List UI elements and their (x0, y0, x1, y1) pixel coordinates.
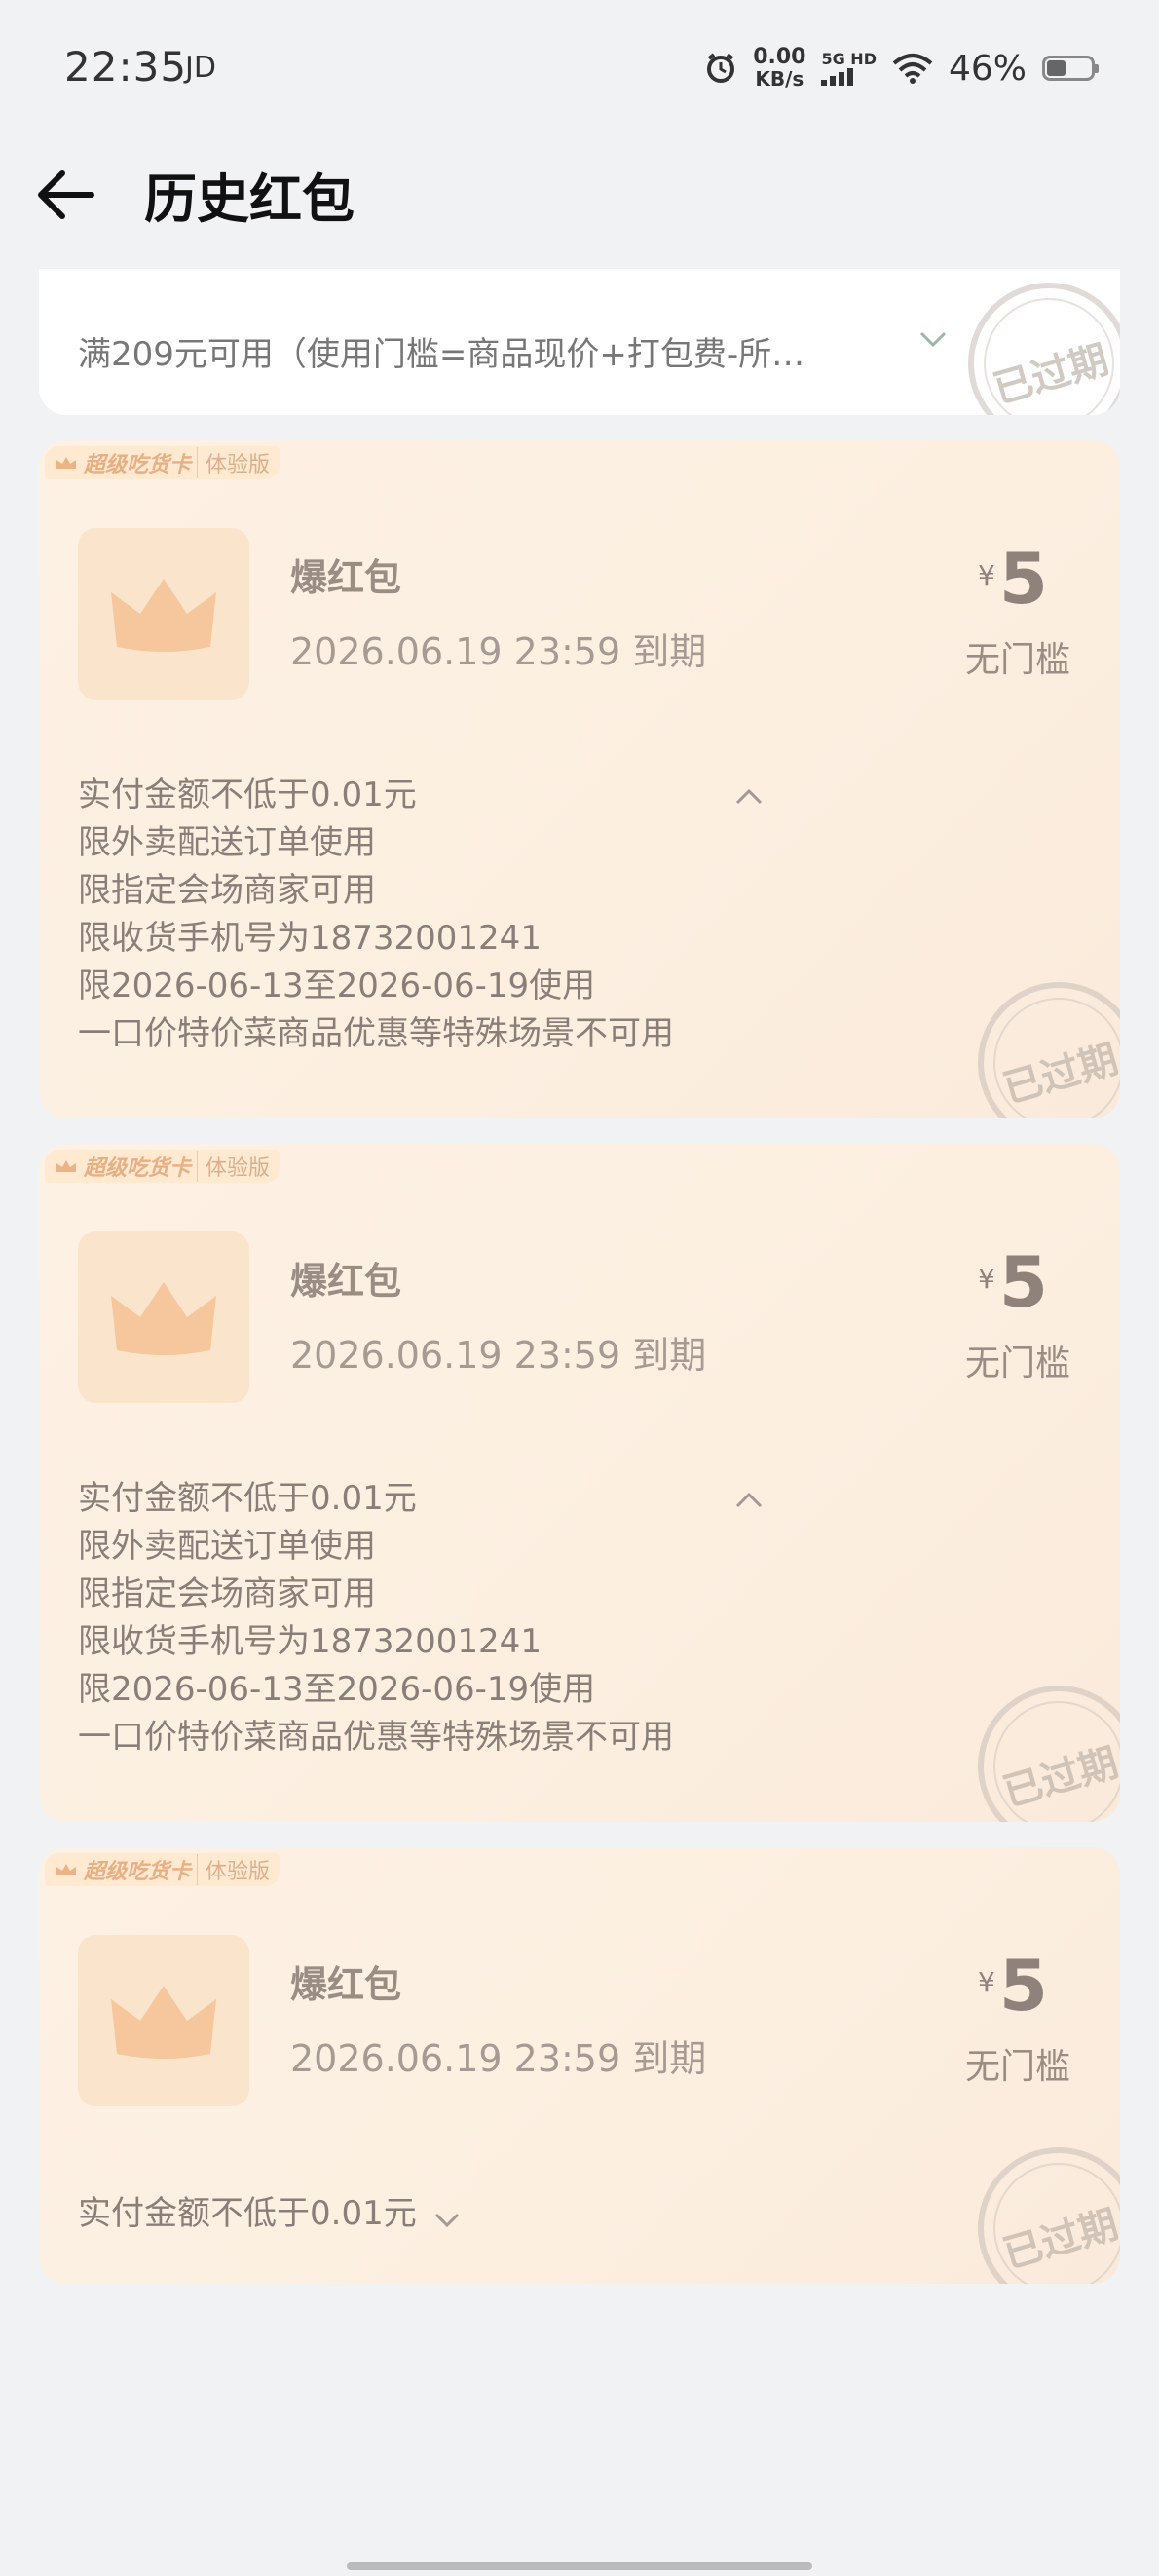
membership-tag: 超级吃货卡 体验版 (45, 446, 280, 479)
rule-item: 限外卖配送订单使用 (78, 1527, 376, 1566)
rule-item: 实付金额不低于0.01元 (78, 776, 417, 814)
coupon-name: 爆红包 (290, 556, 402, 599)
wifi-icon (892, 54, 933, 84)
coupon-expiry: 2026.06.19 23:59 到期 (290, 630, 707, 673)
rule-item: 实付金额不低于0.01元 (78, 1479, 417, 1518)
expired-stamp: 已过期 (968, 283, 1120, 415)
tag-version: 体验版 (197, 447, 270, 478)
crown-icon (111, 1986, 216, 2059)
expired-stamp-text: 已过期 (998, 1037, 1120, 1113)
status-icons: 0.00 KB/s 5G HD 46% (704, 45, 1099, 91)
battery-percent: 46% (948, 48, 1027, 89)
coupon-amount: ¥5 (945, 1945, 1081, 2027)
tag-version: 体验版 (197, 1854, 270, 1885)
coupon-rules: 实付金额不低于0.01元 限外卖配送订单使用 限指定会场商家可用 限收货手机号为… (78, 772, 674, 1058)
chevron-up-icon[interactable] (732, 1489, 766, 1512)
crown-icon (111, 579, 216, 652)
membership-tag: 超级吃货卡 体验版 (45, 1150, 280, 1183)
rule-item: 限指定会场商家可用 (78, 871, 376, 910)
expired-stamp-text: 已过期 (998, 1740, 1120, 1816)
currency-symbol: ¥ (978, 559, 995, 591)
expired-stamp-text: 已过期 (998, 2202, 1120, 2278)
rule-item: 限2026-06-13至2026-06-19使用 (78, 1670, 596, 1709)
alarm-icon (707, 53, 735, 83)
chevron-up-icon[interactable] (732, 785, 766, 809)
tag-brand: 超级吃货卡 (84, 1860, 192, 1884)
currency-symbol: ¥ (978, 1966, 995, 1998)
coupon-thumbnail (78, 528, 249, 700)
amount-value: 5 (998, 1945, 1048, 2027)
coupon-rules: 实付金额不低于0.01元 限外卖配送订单使用 限指定会场商家可用 限收货手机号为… (78, 1475, 674, 1762)
coupon-threshold: 无门槛 (964, 2047, 1070, 2087)
net-speed-unit: KB/s (755, 67, 804, 91)
rule-item: 限外卖配送订单使用 (78, 823, 376, 862)
rule-item: 限2026-06-13至2026-06-19使用 (78, 966, 596, 1005)
coupon-name: 爆红包 (290, 1260, 402, 1303)
coupon-card[interactable]: 超级吃货卡 体验版 爆红包 2026.06.19 23:59 到期 ¥5 无门槛… (39, 1144, 1120, 1822)
cell-signal: 5G HD (821, 51, 877, 86)
coupon-condition: 满209元可用（使用门槛=商品现价+打包费-所… (78, 335, 805, 374)
coupon-threshold: 无门槛 (964, 640, 1070, 680)
tag-brand: 超级吃货卡 (84, 1156, 192, 1181)
coupon-name: 爆红包 (290, 1963, 402, 2006)
crown-icon (56, 1864, 76, 1875)
net-speed: 0.00 KB/s (753, 45, 806, 91)
rule-item: 限指定会场商家可用 (78, 1574, 376, 1613)
signal-label: 5G HD (821, 50, 877, 68)
crown-icon (56, 457, 76, 469)
page-title: 历史红包 (144, 169, 355, 230)
battery-icon (1042, 56, 1099, 81)
coupon-expiry: 2026.06.19 23:59 到期 (290, 2037, 707, 2080)
rule-item: 一口价特价菜商品优惠等特殊场景不可用 (78, 1718, 674, 1757)
page-header: 历史红包 (0, 146, 1159, 263)
status-carrier: JD (185, 51, 216, 85)
signal-bars-icon (821, 68, 854, 86)
tag-version: 体验版 (197, 1151, 270, 1182)
coupon-card[interactable]: 超级吃货卡 体验版 爆红包 2026.06.19 23:59 到期 ¥5 无门槛… (39, 440, 1120, 1118)
coupon-card-partial[interactable]: 满209元可用（使用门槛=商品现价+打包费-所… 已过期 (39, 269, 1120, 415)
amount-value: 5 (998, 538, 1048, 620)
chevron-down-icon[interactable] (431, 2210, 463, 2231)
rule-item: 限收货手机号为18732001241 (78, 1622, 542, 1661)
expired-stamp: 已过期 (978, 1686, 1120, 1822)
crown-icon (111, 1282, 216, 1355)
coupon-amount: ¥5 (945, 538, 1081, 620)
net-speed-value: 0.00 (753, 45, 806, 69)
chevron-down-icon[interactable] (916, 327, 951, 351)
expired-stamp: 已过期 (978, 982, 1120, 1118)
home-indicator[interactable] (347, 2562, 812, 2570)
membership-tag: 超级吃货卡 体验版 (45, 1853, 280, 1886)
coupon-rules: 实付金额不低于0.01元 (78, 2190, 463, 2238)
status-time: 22:35 (64, 43, 188, 91)
expired-stamp-text: 已过期 (989, 337, 1114, 413)
rule-item: 一口价特价菜商品优惠等特殊场景不可用 (78, 1014, 674, 1053)
coupon-thumbnail (78, 1231, 249, 1403)
coupon-thumbnail (78, 1935, 249, 2106)
coupon-expiry: 2026.06.19 23:59 到期 (290, 1334, 707, 1377)
coupon-threshold: 无门槛 (964, 1344, 1070, 1383)
coupon-card[interactable]: 超级吃货卡 体验版 爆红包 2026.06.19 23:59 到期 ¥5 无门槛… (39, 1847, 1120, 2284)
currency-symbol: ¥ (978, 1263, 995, 1295)
rule-item: 实付金额不低于0.01元 (78, 2194, 417, 2233)
back-arrow-icon[interactable] (33, 166, 101, 224)
status-bar: 22:35 JD 0.00 KB/s 5G HD 46% (0, 0, 1159, 146)
expired-stamp: 已过期 (978, 2147, 1120, 2284)
rule-item: 限收货手机号为18732001241 (78, 919, 542, 958)
amount-value: 5 (998, 1241, 1048, 1323)
tag-brand: 超级吃货卡 (84, 453, 192, 477)
coupon-amount: ¥5 (945, 1241, 1081, 1323)
crown-icon (56, 1160, 76, 1172)
